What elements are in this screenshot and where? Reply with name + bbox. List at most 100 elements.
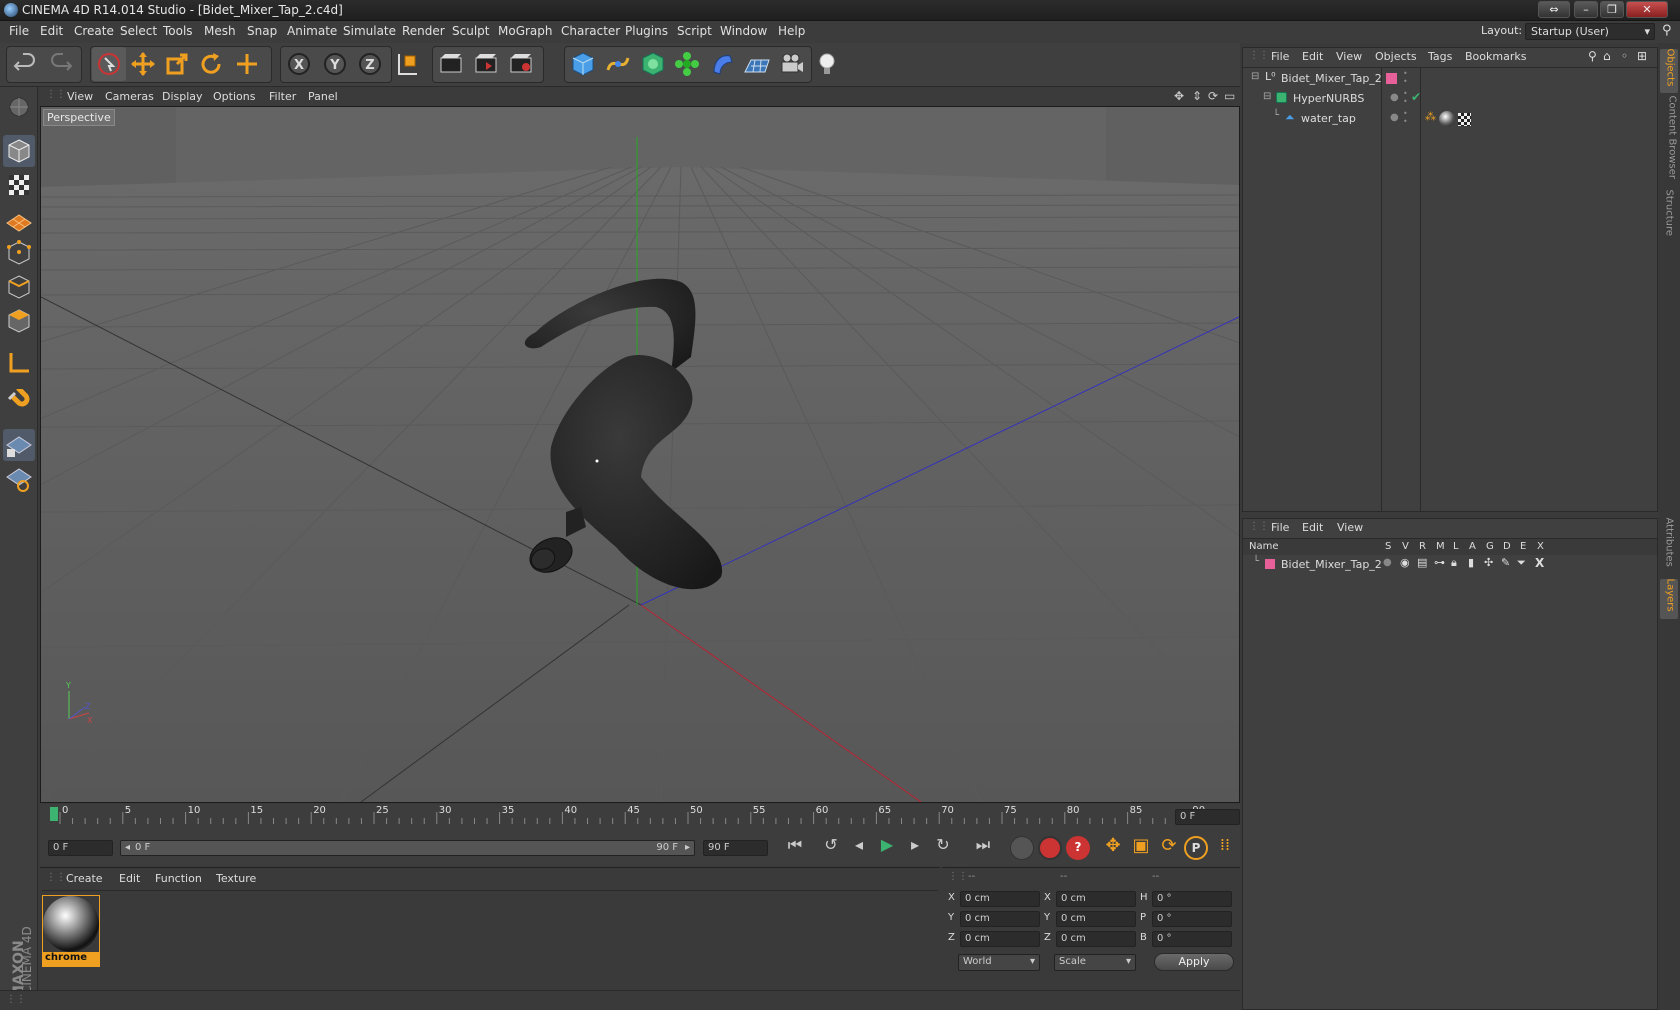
- redo-button[interactable]: [44, 47, 78, 81]
- pos-x-field[interactable]: 0 cm: [960, 891, 1040, 907]
- rot-b-field[interactable]: 0 °: [1152, 931, 1232, 947]
- material-chrome-swatch[interactable]: chrome: [42, 895, 100, 967]
- start-frame-field[interactable]: 0 F: [48, 840, 113, 856]
- object-name[interactable]: HyperNURBS: [1293, 92, 1364, 105]
- viewport-menu-filter[interactable]: Filter: [269, 90, 296, 103]
- polygons-mode-icon[interactable]: [3, 305, 35, 337]
- key-point-level-icon[interactable]: ⁞⁞: [1212, 835, 1238, 861]
- viewport-menu-panel[interactable]: Panel: [308, 90, 338, 103]
- phong-tag-icon[interactable]: ⁂: [1425, 110, 1436, 123]
- render-clapper-icon[interactable]: ▤: [1417, 556, 1427, 569]
- render-settings-icon[interactable]: [504, 47, 538, 81]
- viewport-menu-options[interactable]: Options: [213, 90, 255, 103]
- menu-window[interactable]: Window: [720, 24, 767, 38]
- maximize-view-icon[interactable]: ▭: [1224, 89, 1235, 103]
- make-editable-icon[interactable]: [3, 91, 35, 123]
- search-icon[interactable]: ⚲: [1662, 23, 1672, 38]
- object-name[interactable]: water_tap: [1301, 112, 1356, 125]
- pos-y-field[interactable]: 0 cm: [960, 911, 1040, 927]
- lock-icon[interactable]: 🔒︎: [1451, 556, 1457, 570]
- tab-structure[interactable]: Structure: [1660, 189, 1678, 243]
- menu-sculpt[interactable]: Sculpt: [452, 24, 489, 38]
- menu-plugins[interactable]: Plugins: [625, 24, 668, 38]
- menu-edit[interactable]: Edit: [40, 24, 63, 38]
- animation-film-icon[interactable]: ▮: [1468, 556, 1474, 569]
- minimize-button[interactable]: –: [1574, 1, 1598, 18]
- generators-icon[interactable]: ✣: [1484, 556, 1493, 569]
- go-to-end-icon[interactable]: ⏭: [968, 835, 998, 861]
- objects-menu-tags[interactable]: Tags: [1428, 50, 1452, 63]
- snap-magnet-icon[interactable]: [3, 387, 35, 419]
- visibility-dots[interactable]: • •: [1403, 90, 1408, 106]
- layers-menu-file[interactable]: File: [1271, 521, 1289, 534]
- layer-color-swatch[interactable]: [1265, 559, 1275, 569]
- material-menu-create[interactable]: Create: [66, 872, 103, 885]
- objects-menu-objects[interactable]: Objects: [1375, 50, 1417, 63]
- y-axis-lock-icon[interactable]: Y: [318, 47, 352, 81]
- go-to-next-key-icon[interactable]: ↻: [930, 835, 956, 861]
- deformers-icon[interactable]: ✎: [1501, 556, 1510, 569]
- search-icon[interactable]: ⚲: [1588, 49, 1597, 63]
- solo-toggle-icon[interactable]: ●: [1383, 557, 1392, 568]
- mograph-cloner-icon[interactable]: [670, 47, 704, 81]
- menu-file[interactable]: File: [9, 24, 29, 38]
- tab-attributes[interactable]: Attributes: [1660, 518, 1678, 573]
- objects-menu-edit[interactable]: Edit: [1302, 50, 1323, 63]
- rot-p-field[interactable]: 0 °: [1152, 911, 1232, 927]
- workplane-icon[interactable]: [3, 203, 35, 235]
- camera-icon[interactable]: [775, 47, 809, 81]
- step-forward-icon[interactable]: ▸: [902, 835, 928, 861]
- axis-mode-icon[interactable]: [3, 347, 35, 379]
- visibility-dots[interactable]: • •: [1403, 110, 1408, 126]
- pan-view-icon[interactable]: ✥: [1174, 89, 1184, 103]
- new-window-icon[interactable]: ⊞: [1637, 49, 1647, 63]
- timeline-ruler[interactable]: 051015202530354045505560657075808590 0 F: [40, 804, 1240, 830]
- tab-content-browser[interactable]: Content Browser: [1660, 96, 1678, 183]
- rotate-view-icon[interactable]: ⟳: [1208, 89, 1218, 103]
- current-frame-field[interactable]: 0 F: [1175, 809, 1240, 825]
- subdivision-surface-icon[interactable]: [636, 47, 670, 81]
- end-frame-field[interactable]: 90 F: [703, 840, 768, 856]
- coordinate-system-icon[interactable]: [390, 47, 424, 81]
- locked-workplane-icon[interactable]: [3, 429, 35, 461]
- x-axis-lock-icon[interactable]: X: [282, 47, 316, 81]
- spline-pen-icon[interactable]: [601, 47, 635, 81]
- rotate-tool-icon[interactable]: [194, 47, 228, 81]
- create-object-tool-icon[interactable]: [230, 47, 264, 81]
- menu-mograph[interactable]: MoGraph: [498, 24, 553, 38]
- menu-select[interactable]: Select: [120, 24, 157, 38]
- apply-button[interactable]: Apply: [1154, 953, 1234, 971]
- enabled-checkmark-icon[interactable]: ✔: [1411, 90, 1421, 104]
- visibility-dots[interactable]: • •: [1403, 70, 1408, 86]
- menu-help[interactable]: Help: [778, 24, 805, 38]
- home-icon[interactable]: ⌂: [1603, 49, 1611, 63]
- layer-name[interactable]: Bidet_Mixer_Tap_2: [1281, 558, 1382, 571]
- floor-environment-icon[interactable]: [740, 47, 774, 81]
- menu-render[interactable]: Render: [402, 24, 445, 38]
- record-keys-disabled-icon[interactable]: [1010, 836, 1034, 860]
- resize-arrows-icon[interactable]: ⇔: [1538, 1, 1570, 18]
- manager-tree-icon[interactable]: ⊶: [1434, 556, 1445, 569]
- viewport-menu-display[interactable]: Display: [162, 90, 203, 103]
- transform-mode-select[interactable]: Scale ▾: [1054, 954, 1136, 971]
- edges-mode-icon[interactable]: [3, 271, 35, 303]
- points-mode-icon[interactable]: [3, 237, 35, 269]
- object-row-water-tap[interactable]: └ ⏶ water_tap ● • • ⁂: [1243, 110, 1657, 129]
- size-z-field[interactable]: 0 cm: [1056, 931, 1136, 947]
- z-axis-lock-icon[interactable]: Z: [353, 47, 387, 81]
- visibility-dot[interactable]: ●: [1390, 112, 1399, 123]
- menu-create[interactable]: Create: [74, 24, 114, 38]
- object-name[interactable]: Bidet_Mixer_Tap_2: [1281, 72, 1382, 85]
- texture-mode-icon[interactable]: [3, 169, 35, 201]
- rot-h-field[interactable]: 0 °: [1152, 891, 1232, 907]
- scale-tool-icon[interactable]: [160, 47, 194, 81]
- layers-menu-edit[interactable]: Edit: [1302, 521, 1323, 534]
- tab-objects[interactable]: Objects: [1660, 49, 1678, 93]
- expressions-icon[interactable]: ⏷: [1517, 556, 1526, 570]
- autokey-record-icon[interactable]: [1038, 836, 1062, 860]
- menu-script[interactable]: Script: [677, 24, 712, 38]
- toggle-view-icon[interactable]: ◦: [1621, 49, 1628, 63]
- material-menu-function[interactable]: Function: [155, 872, 202, 885]
- close-button[interactable]: ✕: [1626, 1, 1668, 18]
- objects-menu-file[interactable]: File: [1271, 50, 1289, 63]
